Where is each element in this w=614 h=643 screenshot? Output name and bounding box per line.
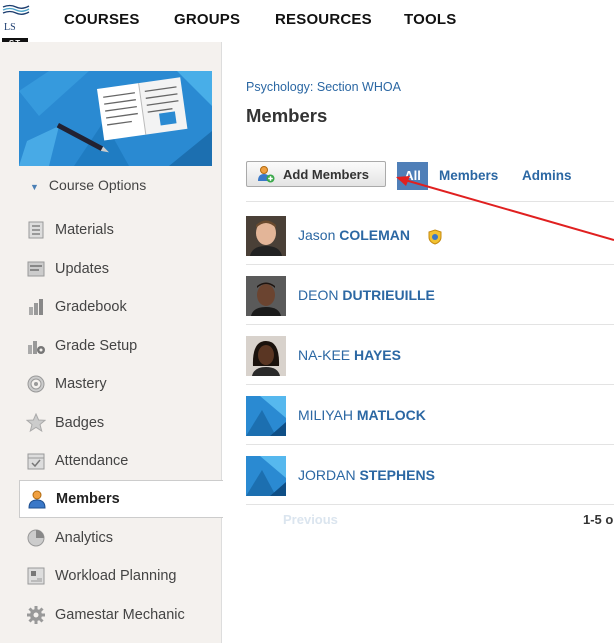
avatar[interactable]	[246, 336, 286, 376]
workload-planning-icon	[27, 567, 45, 585]
sidebar-item-gamestar-mechanic[interactable]: Gamestar Mechanic	[19, 596, 222, 634]
sidebar-item-updates[interactable]: Updates	[19, 250, 222, 288]
breadcrumb-course-link[interactable]: Psychology: Section WHOA	[246, 80, 401, 94]
grade-setup-icon	[28, 341, 45, 354]
gradebook-icon	[29, 299, 43, 315]
materials-icon	[28, 221, 44, 239]
analytics-icon	[27, 529, 45, 547]
divider	[246, 444, 614, 445]
members-icon	[28, 490, 46, 509]
sidebar-item-workload-planning[interactable]: Workload Planning	[19, 557, 222, 595]
sidebar-item-label: Materials	[55, 222, 114, 238]
admin-shield-icon	[428, 229, 442, 245]
page-title: Members	[246, 105, 328, 126]
sidebar-item-materials[interactable]: Materials	[19, 211, 222, 249]
sidebar-item-label: Mastery	[55, 376, 107, 392]
sidebar-item-badges[interactable]: Badges	[19, 404, 222, 442]
sidebar-item-analytics[interactable]: Analytics	[19, 519, 222, 557]
add-user-icon	[258, 166, 275, 183]
member-row: Jason COLEMAN	[246, 216, 614, 276]
sidebar-item-gradebook[interactable]: Gradebook	[19, 288, 222, 326]
add-members-label: Add Members	[283, 166, 369, 182]
sidebar-item-attendance[interactable]: Attendance	[19, 442, 222, 480]
avatar[interactable]	[246, 456, 286, 496]
member-name-link[interactable]: NA-KEE HAYES	[298, 347, 401, 363]
updates-icon	[27, 261, 45, 277]
sidebar-item-label: Analytics	[55, 530, 114, 546]
avatar[interactable]	[246, 396, 286, 436]
course-options-label: Course Options	[48, 177, 147, 193]
divider	[246, 201, 614, 202]
member-row: JORDAN STEPHENS	[246, 456, 614, 516]
attendance-icon	[27, 453, 45, 470]
member-name-link[interactable]: Jason COLEMAN	[298, 227, 410, 243]
sidebar-item-mastery[interactable]: Mastery	[19, 365, 222, 403]
nav-courses[interactable]: COURSES	[64, 11, 140, 28]
filter-admins-tab[interactable]: Admins	[522, 168, 572, 183]
nav-tools[interactable]: TOOLS	[404, 11, 456, 28]
course-banner-image	[19, 71, 212, 166]
sidebar-item-label: Members	[56, 491, 120, 507]
member-name-link[interactable]: JORDAN STEPHENS	[298, 467, 435, 483]
pagination-previous-link[interactable]: Previous	[283, 512, 338, 527]
sidebar-item-label: Gradebook	[55, 299, 127, 315]
mastery-icon	[27, 375, 45, 393]
sidebar-item-label: Gamestar Mechanic	[55, 607, 185, 623]
logo-text: LS	[4, 22, 16, 33]
sidebar-item-label: Workload Planning	[55, 568, 177, 584]
sidebar: ▼ Course Options Materials Updates Gradeb…	[0, 42, 223, 643]
nav-groups[interactable]: GROUPS	[174, 11, 240, 28]
gamestar-mechanic-icon	[27, 606, 45, 624]
course-banner-illustration	[19, 71, 212, 166]
member-name-link[interactable]: MILIYAH MATLOCK	[298, 407, 426, 423]
course-options-toggle[interactable]: ▼ Course Options	[30, 177, 146, 193]
nav-resources[interactable]: RESOURCES	[275, 11, 372, 28]
badges-icon	[26, 413, 46, 433]
sidebar-item-label: Attendance	[55, 453, 129, 469]
sidebar-item-members[interactable]: Members	[19, 480, 223, 518]
avatar[interactable]	[246, 216, 286, 256]
logo-waves-icon	[2, 4, 30, 15]
sidebar-item-label: Updates	[55, 261, 110, 277]
avatar[interactable]	[246, 276, 286, 316]
member-row: DEON DUTRIEUILLE	[246, 276, 614, 336]
member-row: NA-KEE HAYES	[246, 336, 614, 396]
pagination-count: 1-5 o	[583, 512, 614, 527]
caret-down-icon: ▼	[30, 182, 39, 192]
divider	[246, 504, 614, 505]
filter-members-tab[interactable]: Members	[439, 168, 498, 183]
sidebar-item-label: Badges	[55, 415, 105, 431]
sidebar-item-label: Grade Setup	[55, 338, 138, 354]
filter-all-tab[interactable]: All	[397, 162, 428, 190]
add-members-button[interactable]: Add Members	[246, 161, 386, 187]
divider	[246, 324, 614, 325]
member-name-link[interactable]: DEON DUTRIEUILLE	[298, 287, 435, 303]
divider	[246, 384, 614, 385]
member-row: MILIYAH MATLOCK	[246, 396, 614, 456]
sidebar-item-grade-setup[interactable]: Grade Setup	[19, 327, 222, 365]
top-nav: LS ST COURSES GROUPS RESOURCES TOOLS	[0, 0, 614, 49]
divider	[246, 264, 614, 265]
